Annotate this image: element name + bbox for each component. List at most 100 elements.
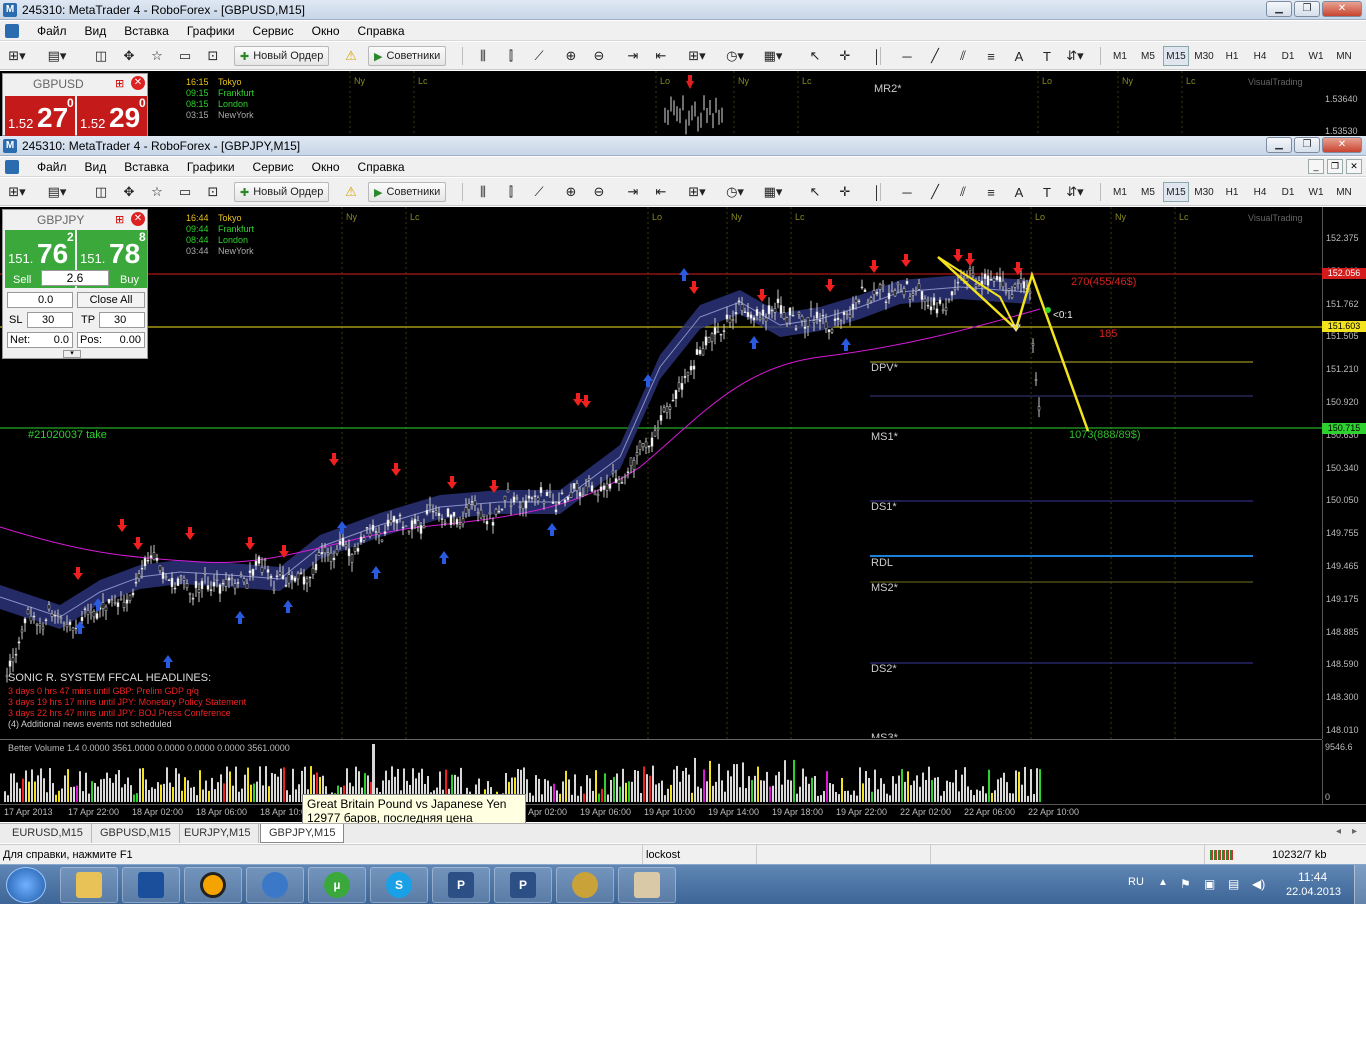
timeframe-m1[interactable]: M1 xyxy=(1107,46,1133,66)
menu-item[interactable]: Справка xyxy=(349,160,414,174)
chart-tab[interactable]: GBPJPY,M15 xyxy=(260,824,345,843)
gbpjpy-chart[interactable]: Ny Lc Lo Ny Lc Lo Ny Lc GBPJPY ⊞ ✕ 151. 76 2 Se… xyxy=(0,207,1366,822)
line-chart-icon[interactable]: ⟋ xyxy=(528,182,550,202)
expert-advisors-button[interactable]: ▶ Советники xyxy=(368,46,447,66)
tab-scroll-right-icon[interactable]: ▸ xyxy=(1352,826,1357,837)
close-panel-icon[interactable]: ✕ xyxy=(131,212,145,226)
menu-item[interactable]: Окно xyxy=(303,160,349,174)
sl-input[interactable]: 30 xyxy=(27,312,73,328)
taskbar-paint[interactable] xyxy=(618,867,676,903)
timeframe-m30[interactable]: M30 xyxy=(1191,46,1217,66)
chart-tab[interactable]: GBPUSD,M15 xyxy=(92,824,180,843)
clock-date[interactable]: 22.04.2013 xyxy=(1286,886,1341,898)
text-icon[interactable]: A xyxy=(1008,182,1030,202)
menu-item[interactable]: Файл xyxy=(28,160,76,174)
connection-status-icon[interactable] xyxy=(1210,850,1234,860)
arrows-icon[interactable]: ⇵▾ xyxy=(1064,46,1086,66)
show-desktop-button[interactable] xyxy=(1354,865,1366,905)
timeframe-h4[interactable]: H4 xyxy=(1247,182,1273,202)
timeframe-w1[interactable]: W1 xyxy=(1303,46,1329,66)
zoom-in-icon[interactable]: ⊕ xyxy=(560,46,582,66)
chart-shift-icon[interactable]: ⇤ xyxy=(650,182,672,202)
crosshair-icon[interactable]: ✛ xyxy=(834,46,856,66)
candlestick-icon[interactable]: ⫿ xyxy=(500,182,522,202)
warning-icon[interactable]: ⚠ xyxy=(340,46,362,66)
timeframe-mn[interactable]: MN xyxy=(1331,182,1357,202)
tester-icon[interactable]: ⊡ xyxy=(202,46,224,66)
show-hidden-icons[interactable]: ▲ xyxy=(1158,877,1168,888)
taskbar-app9[interactable] xyxy=(556,867,614,903)
chart-shift-icon[interactable]: ⇤ xyxy=(650,46,672,66)
profiles-icon[interactable]: ▤▾ xyxy=(46,182,68,202)
device-icon[interactable]: ▣ xyxy=(1204,877,1215,891)
timeframe-h1[interactable]: H1 xyxy=(1219,46,1245,66)
bar-chart-icon[interactable]: ⫼ xyxy=(472,46,494,66)
mdi-close-button[interactable]: ✕ xyxy=(1346,159,1362,174)
cursor-icon[interactable]: ↖ xyxy=(804,46,826,66)
language-indicator[interactable]: RU xyxy=(1128,876,1144,888)
timeframe-d1[interactable]: D1 xyxy=(1275,46,1301,66)
timeframe-m30[interactable]: M30 xyxy=(1191,182,1217,202)
fibonacci-icon[interactable]: ≡ xyxy=(980,46,1002,66)
network-icon[interactable]: ▤ xyxy=(1228,877,1239,891)
collapse-panel-icon[interactable]: ▾ xyxy=(63,350,81,358)
bar-chart-icon[interactable]: ⫼ xyxy=(472,182,494,202)
expert-advisors-button[interactable]: ▶ Советники xyxy=(368,182,447,202)
terminal-icon[interactable]: ▭ xyxy=(174,46,196,66)
trendline-icon[interactable]: ╱ xyxy=(924,182,946,202)
market-watch-icon[interactable]: ◫ xyxy=(90,46,112,66)
menu-item[interactable]: Вид xyxy=(76,24,116,38)
channel-icon[interactable]: ⫽ xyxy=(952,182,974,202)
timeframe-d1[interactable]: D1 xyxy=(1275,182,1301,202)
market-watch-icon[interactable]: ◫ xyxy=(90,182,112,202)
periods-icon[interactable]: ◷▾ xyxy=(724,182,746,202)
timeframe-m15[interactable]: M15 xyxy=(1163,182,1189,202)
indicators-icon[interactable]: ⊞▾ xyxy=(686,182,708,202)
taskbar-explorer[interactable] xyxy=(60,867,118,903)
chart-tab[interactable]: EURUSD,M15 xyxy=(4,824,92,843)
timeframe-h4[interactable]: H4 xyxy=(1247,46,1273,66)
vertical-line-icon[interactable]: │ xyxy=(866,182,888,202)
timeframe-mn[interactable]: MN xyxy=(1331,46,1357,66)
templates-icon[interactable]: ▦▾ xyxy=(762,46,784,66)
menu-item[interactable]: Графики xyxy=(178,160,244,174)
buy-button[interactable]: Buy xyxy=(120,274,139,286)
pin-icon[interactable]: ⊞ xyxy=(115,213,124,226)
timeframe-m1[interactable]: M1 xyxy=(1107,182,1133,202)
indicators-icon[interactable]: ⊞▾ xyxy=(686,46,708,66)
fibonacci-icon[interactable]: ≡ xyxy=(980,182,1002,202)
autoscroll-icon[interactable]: ⇥ xyxy=(622,46,644,66)
maximize-button[interactable]: ❐ xyxy=(1294,137,1320,153)
new-order-button[interactable]: ✚ Новый Ордер xyxy=(234,46,330,66)
label-icon[interactable]: T xyxy=(1036,182,1058,202)
taskbar-mt4-2[interactable]: P xyxy=(494,867,552,903)
navigator-icon[interactable]: ✥ xyxy=(118,46,140,66)
start-button-icon[interactable] xyxy=(6,867,46,903)
horizontal-line-icon[interactable]: ─ xyxy=(896,182,918,202)
cursor-icon[interactable]: ↖ xyxy=(804,182,826,202)
tab-scroll-left-icon[interactable]: ◂ xyxy=(1336,826,1341,837)
flag-icon[interactable]: ⚑ xyxy=(1180,877,1191,891)
pin-icon[interactable]: ⊞ xyxy=(115,77,124,90)
navigator-icon[interactable]: ✥ xyxy=(118,182,140,202)
sell-quote-box[interactable]: 1.52 27 0 xyxy=(5,96,75,136)
close-all-button[interactable]: Close All xyxy=(77,292,145,308)
menu-item[interactable]: Сервис xyxy=(244,24,303,38)
close-button[interactable]: ✕ xyxy=(1322,137,1362,153)
menu-item[interactable]: Файл xyxy=(28,24,76,38)
menu-item[interactable]: Вставка xyxy=(115,24,178,38)
taskbar-utorrent[interactable]: µ xyxy=(308,867,366,903)
taskbar-app3[interactable] xyxy=(184,867,242,903)
channel-icon[interactable]: ⫽ xyxy=(952,46,974,66)
vertical-line-icon[interactable]: │ xyxy=(866,46,888,66)
taskbar-rdp[interactable] xyxy=(122,867,180,903)
templates-icon[interactable]: ▦▾ xyxy=(762,182,784,202)
window2-titlebar[interactable]: M 245310: MetaTrader 4 - RoboForex - [GB… xyxy=(0,136,1366,156)
line-chart-icon[interactable]: ⟋ xyxy=(528,46,550,66)
arrows-icon[interactable]: ⇵▾ xyxy=(1064,182,1086,202)
candlestick-icon[interactable]: ⫿ xyxy=(500,46,522,66)
menu-item[interactable]: Вставка xyxy=(115,160,178,174)
periods-icon[interactable]: ◷▾ xyxy=(724,46,746,66)
label-icon[interactable]: T xyxy=(1036,46,1058,66)
close-button[interactable]: ✕ xyxy=(1322,1,1362,17)
